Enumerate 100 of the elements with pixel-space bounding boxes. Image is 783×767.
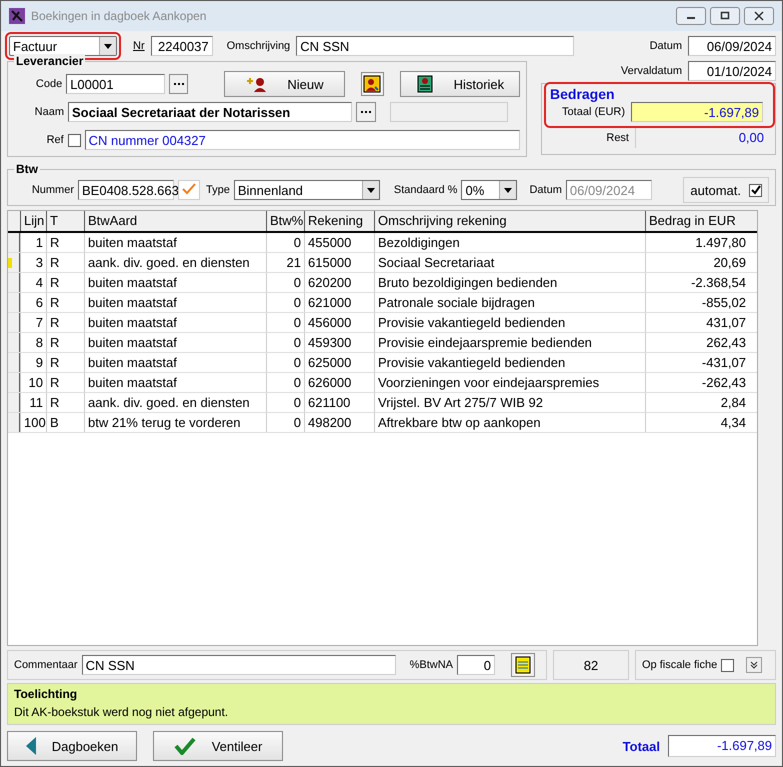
type-dropdown[interactable]: Binnenland bbox=[234, 180, 380, 200]
ref-checkbox[interactable] bbox=[68, 134, 81, 146]
close-button[interactable] bbox=[744, 7, 774, 25]
checkmark-icon bbox=[174, 737, 196, 755]
standard-rate-label: Standaard % bbox=[394, 184, 458, 196]
table-cell: 0 bbox=[266, 353, 304, 372]
automatic-checkbox[interactable] bbox=[749, 184, 762, 196]
table-cell: Bezoldigingen bbox=[374, 233, 645, 252]
explanation-title: Toelichting bbox=[14, 687, 78, 701]
table-cell: R bbox=[46, 373, 84, 392]
table-cell: 100 bbox=[20, 413, 46, 432]
history-button[interactable]: Historiek bbox=[400, 71, 520, 97]
explanation-text: Dit AK-boekstuk werd nog niet afgepunt. bbox=[14, 705, 230, 719]
table-cell: 459300 bbox=[304, 333, 374, 352]
checkmark-icon bbox=[182, 182, 196, 194]
table-cell: 3 bbox=[20, 253, 46, 272]
row-selector[interactable] bbox=[8, 293, 20, 312]
column-header[interactable]: T bbox=[46, 211, 84, 231]
notes-button[interactable] bbox=[510, 653, 535, 677]
column-header[interactable]: Omschrijving rekening bbox=[374, 211, 645, 231]
non-deductible-field[interactable]: 0 bbox=[456, 655, 495, 675]
ref-label: Ref bbox=[46, 134, 64, 146]
column-header[interactable]: Lijn bbox=[20, 211, 46, 231]
due-date-field[interactable]: 01/10/2024 bbox=[688, 61, 776, 81]
caret-down-icon bbox=[504, 188, 512, 192]
row-selector[interactable] bbox=[8, 353, 20, 372]
row-selector[interactable] bbox=[8, 393, 20, 412]
table-cell: 7 bbox=[20, 313, 46, 332]
name-label: Naam bbox=[34, 106, 64, 118]
browse-button[interactable] bbox=[356, 102, 376, 122]
type-label: Type bbox=[206, 184, 230, 196]
comment-field[interactable]: CN SSN bbox=[82, 655, 396, 675]
table-cell: R bbox=[46, 393, 84, 412]
row-selector[interactable] bbox=[8, 373, 20, 392]
table-cell: R bbox=[46, 333, 84, 352]
minimize-button[interactable] bbox=[676, 7, 706, 25]
table-cell: 498200 bbox=[304, 413, 374, 432]
table-cell: R bbox=[46, 353, 84, 372]
table-cell: 456000 bbox=[304, 313, 374, 332]
name-field[interactable]: Sociaal Secretariaat der Notarissen bbox=[68, 102, 352, 122]
fiscal-sheet-label: Op fiscale fiche bbox=[642, 659, 718, 671]
close-icon bbox=[754, 11, 764, 21]
journals-button[interactable]: Dagboeken bbox=[7, 731, 137, 761]
row-selector[interactable] bbox=[8, 233, 20, 252]
row-selector[interactable] bbox=[8, 313, 20, 332]
table-cell: Sociaal Secretariaat bbox=[374, 253, 645, 272]
table-cell: 6 bbox=[20, 293, 46, 312]
window-title: Boekingen in dagboek Aankopen bbox=[31, 9, 206, 23]
row-selector[interactable] bbox=[8, 253, 20, 272]
browse-button[interactable] bbox=[168, 74, 188, 94]
contact-button[interactable] bbox=[360, 72, 384, 96]
code-label: Code bbox=[34, 78, 62, 90]
row-selector[interactable] bbox=[8, 333, 20, 352]
rest-label: Rest bbox=[606, 132, 629, 144]
table-cell: 8 bbox=[20, 333, 46, 352]
comment-label: Commentaar bbox=[14, 659, 78, 671]
table-cell: 21 bbox=[266, 253, 304, 272]
nr-field[interactable]: 2240037 bbox=[150, 36, 213, 56]
code-field[interactable]: L00001 bbox=[66, 74, 165, 94]
maximize-icon bbox=[720, 11, 730, 21]
table-cell: 621000 bbox=[304, 293, 374, 312]
new-button[interactable]: Nieuw bbox=[224, 71, 345, 97]
table-cell: 4,34 bbox=[645, 413, 749, 432]
column-header[interactable]: Rekening bbox=[304, 211, 374, 231]
vat-date-label: Datum bbox=[529, 184, 562, 196]
table-cell: 625000 bbox=[304, 353, 374, 372]
maximize-button[interactable] bbox=[710, 7, 740, 25]
row-selector[interactable] bbox=[8, 273, 20, 292]
column-header[interactable]: Btw% bbox=[266, 211, 304, 231]
chevron-down-icon bbox=[749, 660, 760, 670]
vat-title: Btw bbox=[14, 162, 40, 176]
table-cell: Provisie eindejaarspremie bedienden bbox=[374, 333, 645, 352]
table-cell: 620200 bbox=[304, 273, 374, 292]
table-cell: Provisie vakantiegeld bedienden bbox=[374, 313, 645, 332]
table-cell: 455000 bbox=[304, 233, 374, 252]
table-cell: btw 21% terug te vorderen bbox=[84, 413, 266, 432]
triangle-left-icon bbox=[26, 737, 36, 755]
row-selector[interactable] bbox=[8, 413, 20, 432]
table-cell: 9 bbox=[20, 353, 46, 372]
caret-down-icon bbox=[366, 188, 375, 192]
column-header[interactable]: BtwAard bbox=[84, 211, 266, 231]
table-cell: -855,02 bbox=[645, 293, 749, 312]
table-cell: 4 bbox=[20, 273, 46, 292]
table-cell: 11 bbox=[20, 393, 46, 412]
non-deductible-label: %BtwNA bbox=[410, 659, 453, 671]
distribute-button[interactable]: Ventileer bbox=[153, 731, 283, 761]
table-cell: buiten maatstaf bbox=[84, 273, 266, 292]
description-field[interactable]: CN SSN bbox=[296, 36, 574, 56]
table-cell: 621100 bbox=[304, 393, 374, 412]
amounts-title: Bedragen bbox=[550, 86, 616, 102]
standard-rate-dropdown[interactable]: 0% bbox=[461, 180, 518, 200]
date-label: Datum bbox=[650, 40, 682, 52]
reference-field[interactable]: CN nummer 004327 bbox=[84, 130, 520, 150]
verify-button[interactable] bbox=[178, 180, 200, 200]
table-cell: 0 bbox=[266, 413, 304, 432]
fiscal-sheet-checkbox[interactable] bbox=[721, 658, 734, 672]
date-field[interactable]: 06/09/2024 bbox=[688, 36, 776, 56]
column-header[interactable]: Bedrag in EUR bbox=[645, 211, 749, 231]
count-text: 82 bbox=[584, 658, 598, 672]
expand-button[interactable] bbox=[746, 657, 762, 673]
